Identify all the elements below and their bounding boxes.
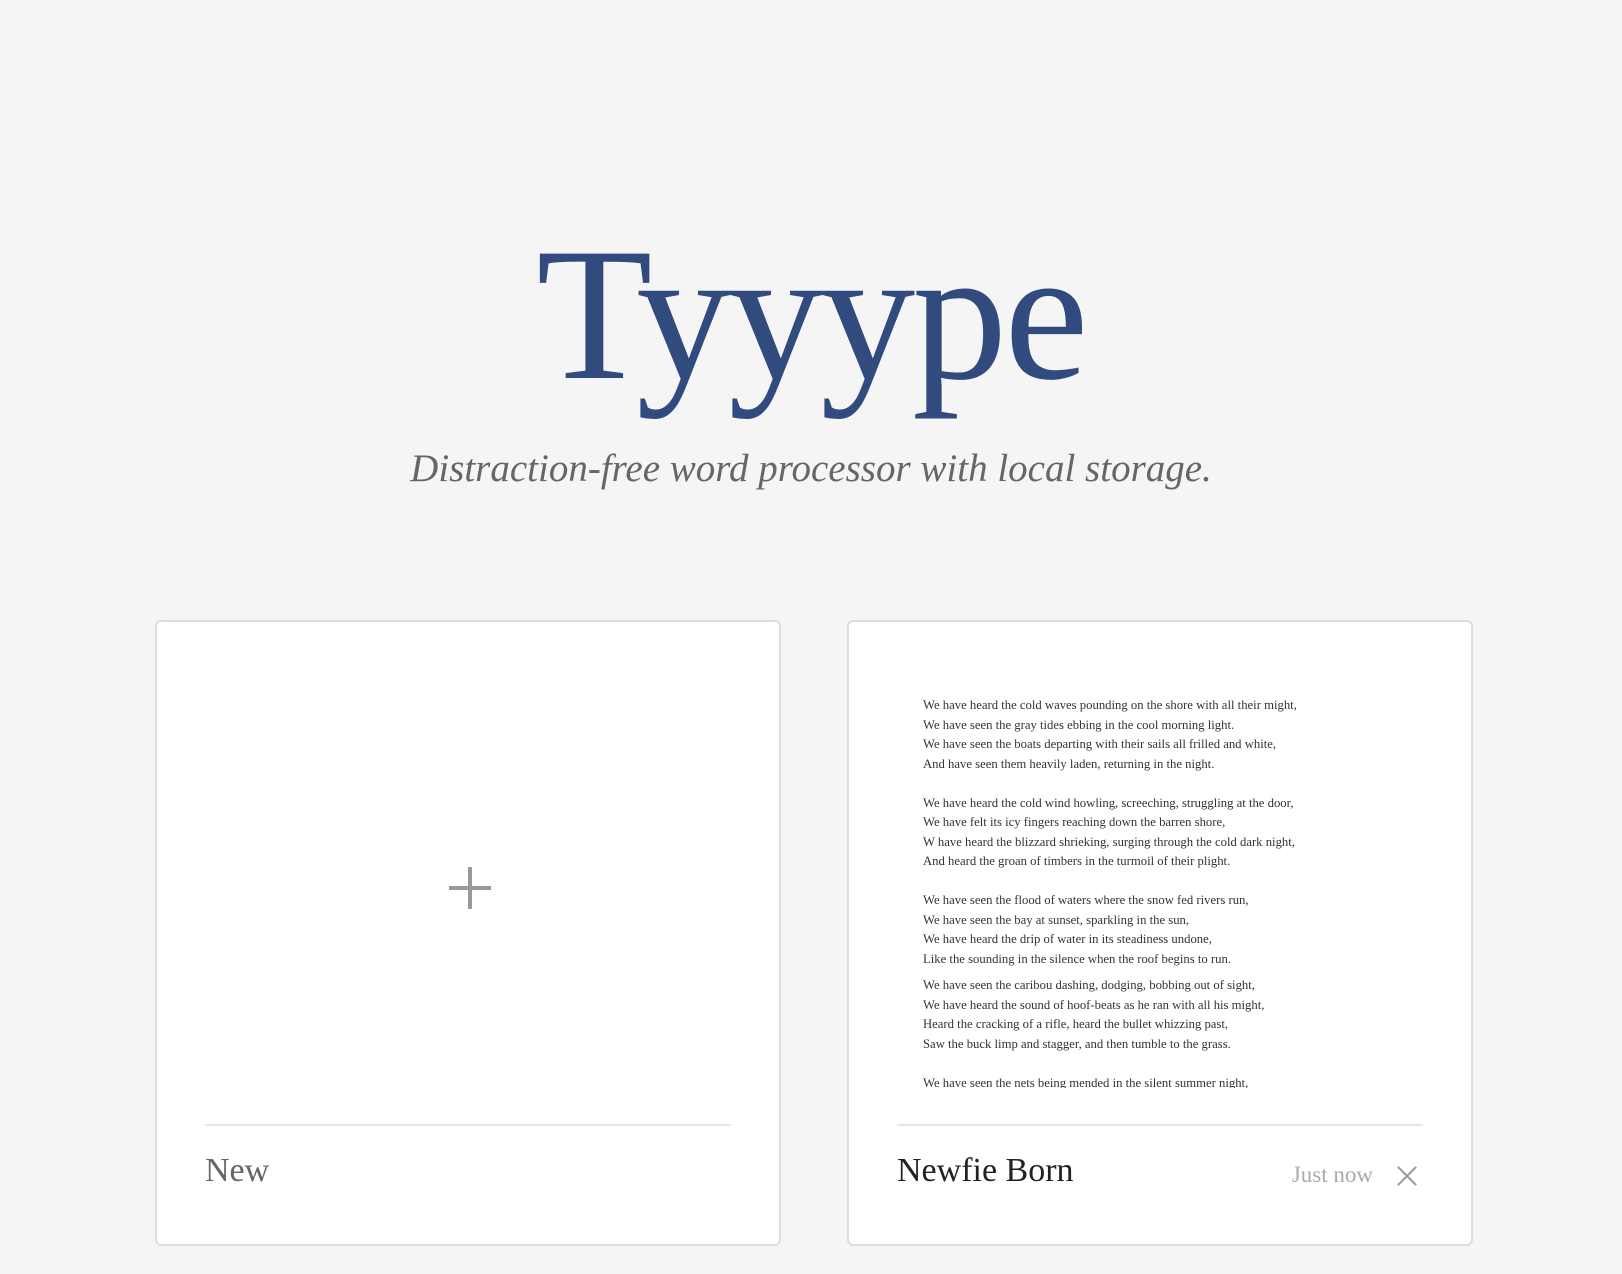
document-line: We have seen the gray tides ebbing in th… [923,717,1235,732]
document-line: And have seen them heavily laden, return… [923,756,1215,771]
document-line: We have heard the sound of hoof-beats as… [923,997,1265,1012]
card-divider [205,1124,731,1126]
document-stanza: We have heard the cold wind howling, scr… [923,794,1403,872]
document-stanza: We have seen the caribou dashing, dodgin… [923,976,1403,1054]
document-line: We have heard the cold wind howling, scr… [923,795,1294,810]
document-line: We have seen the nets being mended in th… [923,1075,1249,1089]
app-title: Tyyype [536,210,1088,420]
app-subtitle: Distraction-free word processor with loc… [410,447,1212,490]
document-line: We have seen the caribou dashing, dodgin… [923,978,1255,992]
document-line: Like the sounding in the silence when th… [923,951,1231,966]
document-line: And heard the groan of timbers in the tu… [923,854,1231,868]
document-line: W have heard the blizzard shrieking, sur… [923,834,1295,849]
plus-icon[interactable] [449,867,491,909]
document-line: Heard the cracking of a rifle, heard the… [923,1017,1229,1031]
document-stanza: We have heard the cold waves pounding on… [923,696,1403,774]
document-line: We have felt its icy fingers reaching do… [923,815,1226,829]
document-line: We have heard the cold waves pounding on… [923,698,1297,712]
card-divider [897,1124,1423,1126]
document-line: We have seen the flood of waters where t… [923,893,1249,907]
document-timestamp: Just now [1291,1162,1373,1187]
document-stanza: We have seen the nets being mended in th… [923,1074,1403,1089]
document-preview: We have heard the cold waves pounding on… [923,696,1403,1088]
document-title: Newfie Born [897,1152,1074,1189]
close-icon[interactable] [1397,1166,1417,1186]
document-line: We have seen the boats departing with th… [923,737,1277,751]
document-line: We have heard the drip of water in its s… [923,932,1212,946]
new-document-label: New [205,1152,270,1189]
document-line: Saw the buck limp and stagger, and then … [923,1036,1231,1051]
new-document-card[interactable]: New [155,620,781,1246]
document-card[interactable]: We have heard the cold waves pounding on… [847,620,1473,1246]
document-stanza: We have seen the flood of waters where t… [923,891,1403,969]
document-line: We have seen the bay at sunset, sparklin… [923,912,1190,927]
